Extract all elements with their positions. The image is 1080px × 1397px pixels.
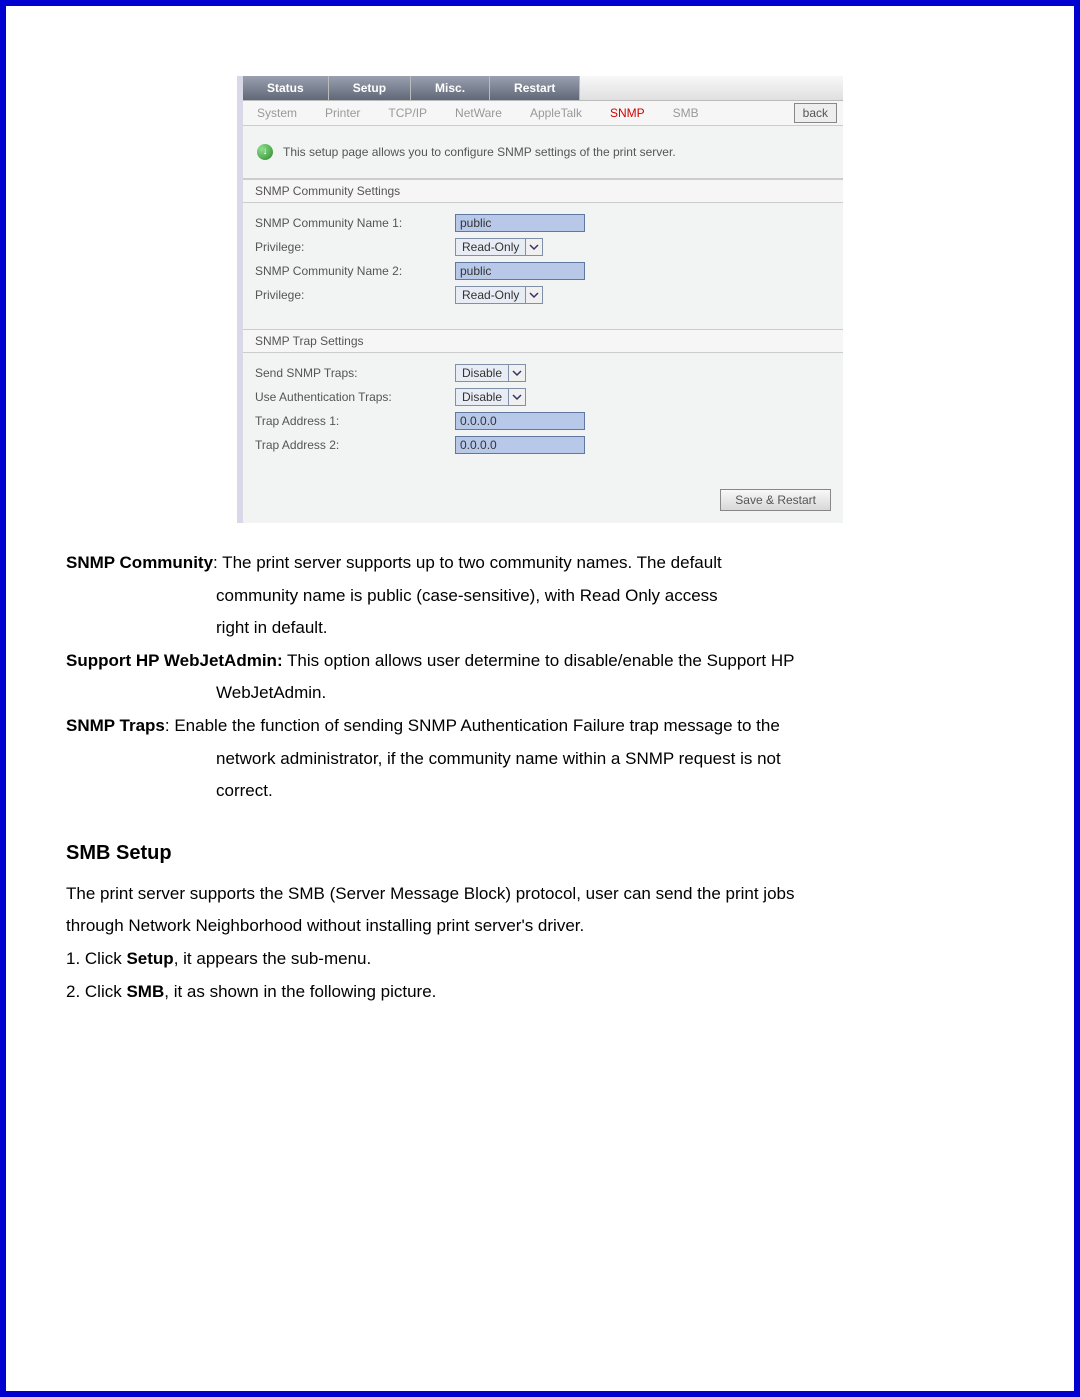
def-hp-term: Support HP WebJetAdmin: <box>66 651 283 670</box>
step-1-prefix: 1. Click <box>66 949 126 968</box>
label-community-name-1: SNMP Community Name 1: <box>255 216 455 230</box>
input-trap-addr-1[interactable] <box>455 412 585 430</box>
document-body: SNMP Community: The print server support… <box>56 548 1024 1007</box>
label-privilege-1: Privilege: <box>255 240 455 254</box>
chevron-down-icon <box>525 287 542 303</box>
document-page: Status Setup Misc. Restart System Printe… <box>0 0 1080 1397</box>
subtab-tcpip[interactable]: TCP/IP <box>374 101 441 125</box>
def-snmp-community-line1: : The print server supports up to two co… <box>213 553 722 572</box>
def-snmp-community-term: SNMP Community <box>66 553 213 572</box>
label-privilege-2: Privilege: <box>255 288 455 302</box>
save-restart-button[interactable]: Save & Restart <box>720 489 831 511</box>
subtab-printer[interactable]: Printer <box>311 101 374 125</box>
smb-paragraph-line2: through Network Neighborhood without ins… <box>66 911 1014 942</box>
def-snmp-community-line2: community name is public (case-sensitive… <box>66 581 1014 612</box>
subtab-netware[interactable]: NetWare <box>441 101 516 125</box>
sub-tab-bar: System Printer TCP/IP NetWare AppleTalk … <box>243 101 843 126</box>
tab-status[interactable]: Status <box>243 76 329 100</box>
def-snmp-community-line3: right in default. <box>66 613 1014 644</box>
select-auth-traps-value: Disable <box>456 389 508 405</box>
section-community-header: SNMP Community Settings <box>243 179 843 203</box>
def-hp-line2: WebJetAdmin. <box>66 678 1014 709</box>
subtab-smb[interactable]: SMB <box>659 101 713 125</box>
label-auth-traps: Use Authentication Traps: <box>255 390 455 404</box>
select-privilege-2-value: Read-Only <box>456 287 525 303</box>
step-1-bold: Setup <box>126 949 173 968</box>
input-community-name-2[interactable] <box>455 262 585 280</box>
chevron-down-icon <box>508 389 525 405</box>
trap-form: Send SNMP Traps: Disable Use Authenticat… <box>243 353 843 465</box>
section-trap-header: SNMP Trap Settings <box>243 329 843 353</box>
label-trap-addr-2: Trap Address 2: <box>255 438 455 452</box>
community-form: SNMP Community Name 1: Privilege: Read-O… <box>243 203 843 315</box>
tab-misc[interactable]: Misc. <box>411 76 490 100</box>
def-hp-line1: This option allows user determine to dis… <box>283 651 795 670</box>
chevron-down-icon <box>525 239 542 255</box>
subtab-snmp[interactable]: SNMP <box>596 101 659 125</box>
step-1-suffix: , it appears the sub-menu. <box>174 949 372 968</box>
info-icon <box>257 144 273 160</box>
def-traps-line2: network administrator, if the community … <box>66 744 1014 775</box>
back-button[interactable]: back <box>794 103 837 123</box>
label-trap-addr-1: Trap Address 1: <box>255 414 455 428</box>
step-2-prefix: 2. Click <box>66 982 126 1001</box>
input-community-name-1[interactable] <box>455 214 585 232</box>
smb-paragraph-line1: The print server supports the SMB (Serve… <box>66 879 1014 910</box>
select-send-traps[interactable]: Disable <box>455 364 526 382</box>
def-traps-term: SNMP Traps <box>66 716 165 735</box>
select-privilege-1[interactable]: Read-Only <box>455 238 543 256</box>
tab-setup[interactable]: Setup <box>329 76 411 100</box>
def-traps-line3: correct. <box>66 776 1014 807</box>
subtab-system[interactable]: System <box>243 101 311 125</box>
select-privilege-2[interactable]: Read-Only <box>455 286 543 304</box>
heading-smb-setup: SMB Setup <box>66 835 1014 871</box>
input-trap-addr-2[interactable] <box>455 436 585 454</box>
select-auth-traps[interactable]: Disable <box>455 388 526 406</box>
printer-admin-screenshot: Status Setup Misc. Restart System Printe… <box>237 76 843 523</box>
page-content: Status Setup Misc. Restart System Printe… <box>56 76 1024 1381</box>
step-2-suffix: , it as shown in the following picture. <box>164 982 436 1001</box>
select-send-traps-value: Disable <box>456 365 508 381</box>
step-2-bold: SMB <box>126 982 164 1001</box>
label-send-traps: Send SNMP Traps: <box>255 366 455 380</box>
label-community-name-2: SNMP Community Name 2: <box>255 264 455 278</box>
info-text: This setup page allows you to configure … <box>283 145 676 159</box>
info-banner: This setup page allows you to configure … <box>243 126 843 179</box>
main-tab-bar: Status Setup Misc. Restart <box>243 76 843 101</box>
subtab-appletalk[interactable]: AppleTalk <box>516 101 596 125</box>
select-privilege-1-value: Read-Only <box>456 239 525 255</box>
action-row: Save & Restart <box>243 465 843 523</box>
chevron-down-icon <box>508 365 525 381</box>
tab-restart[interactable]: Restart <box>490 76 580 100</box>
def-traps-line1: : Enable the function of sending SNMP Au… <box>165 716 780 735</box>
